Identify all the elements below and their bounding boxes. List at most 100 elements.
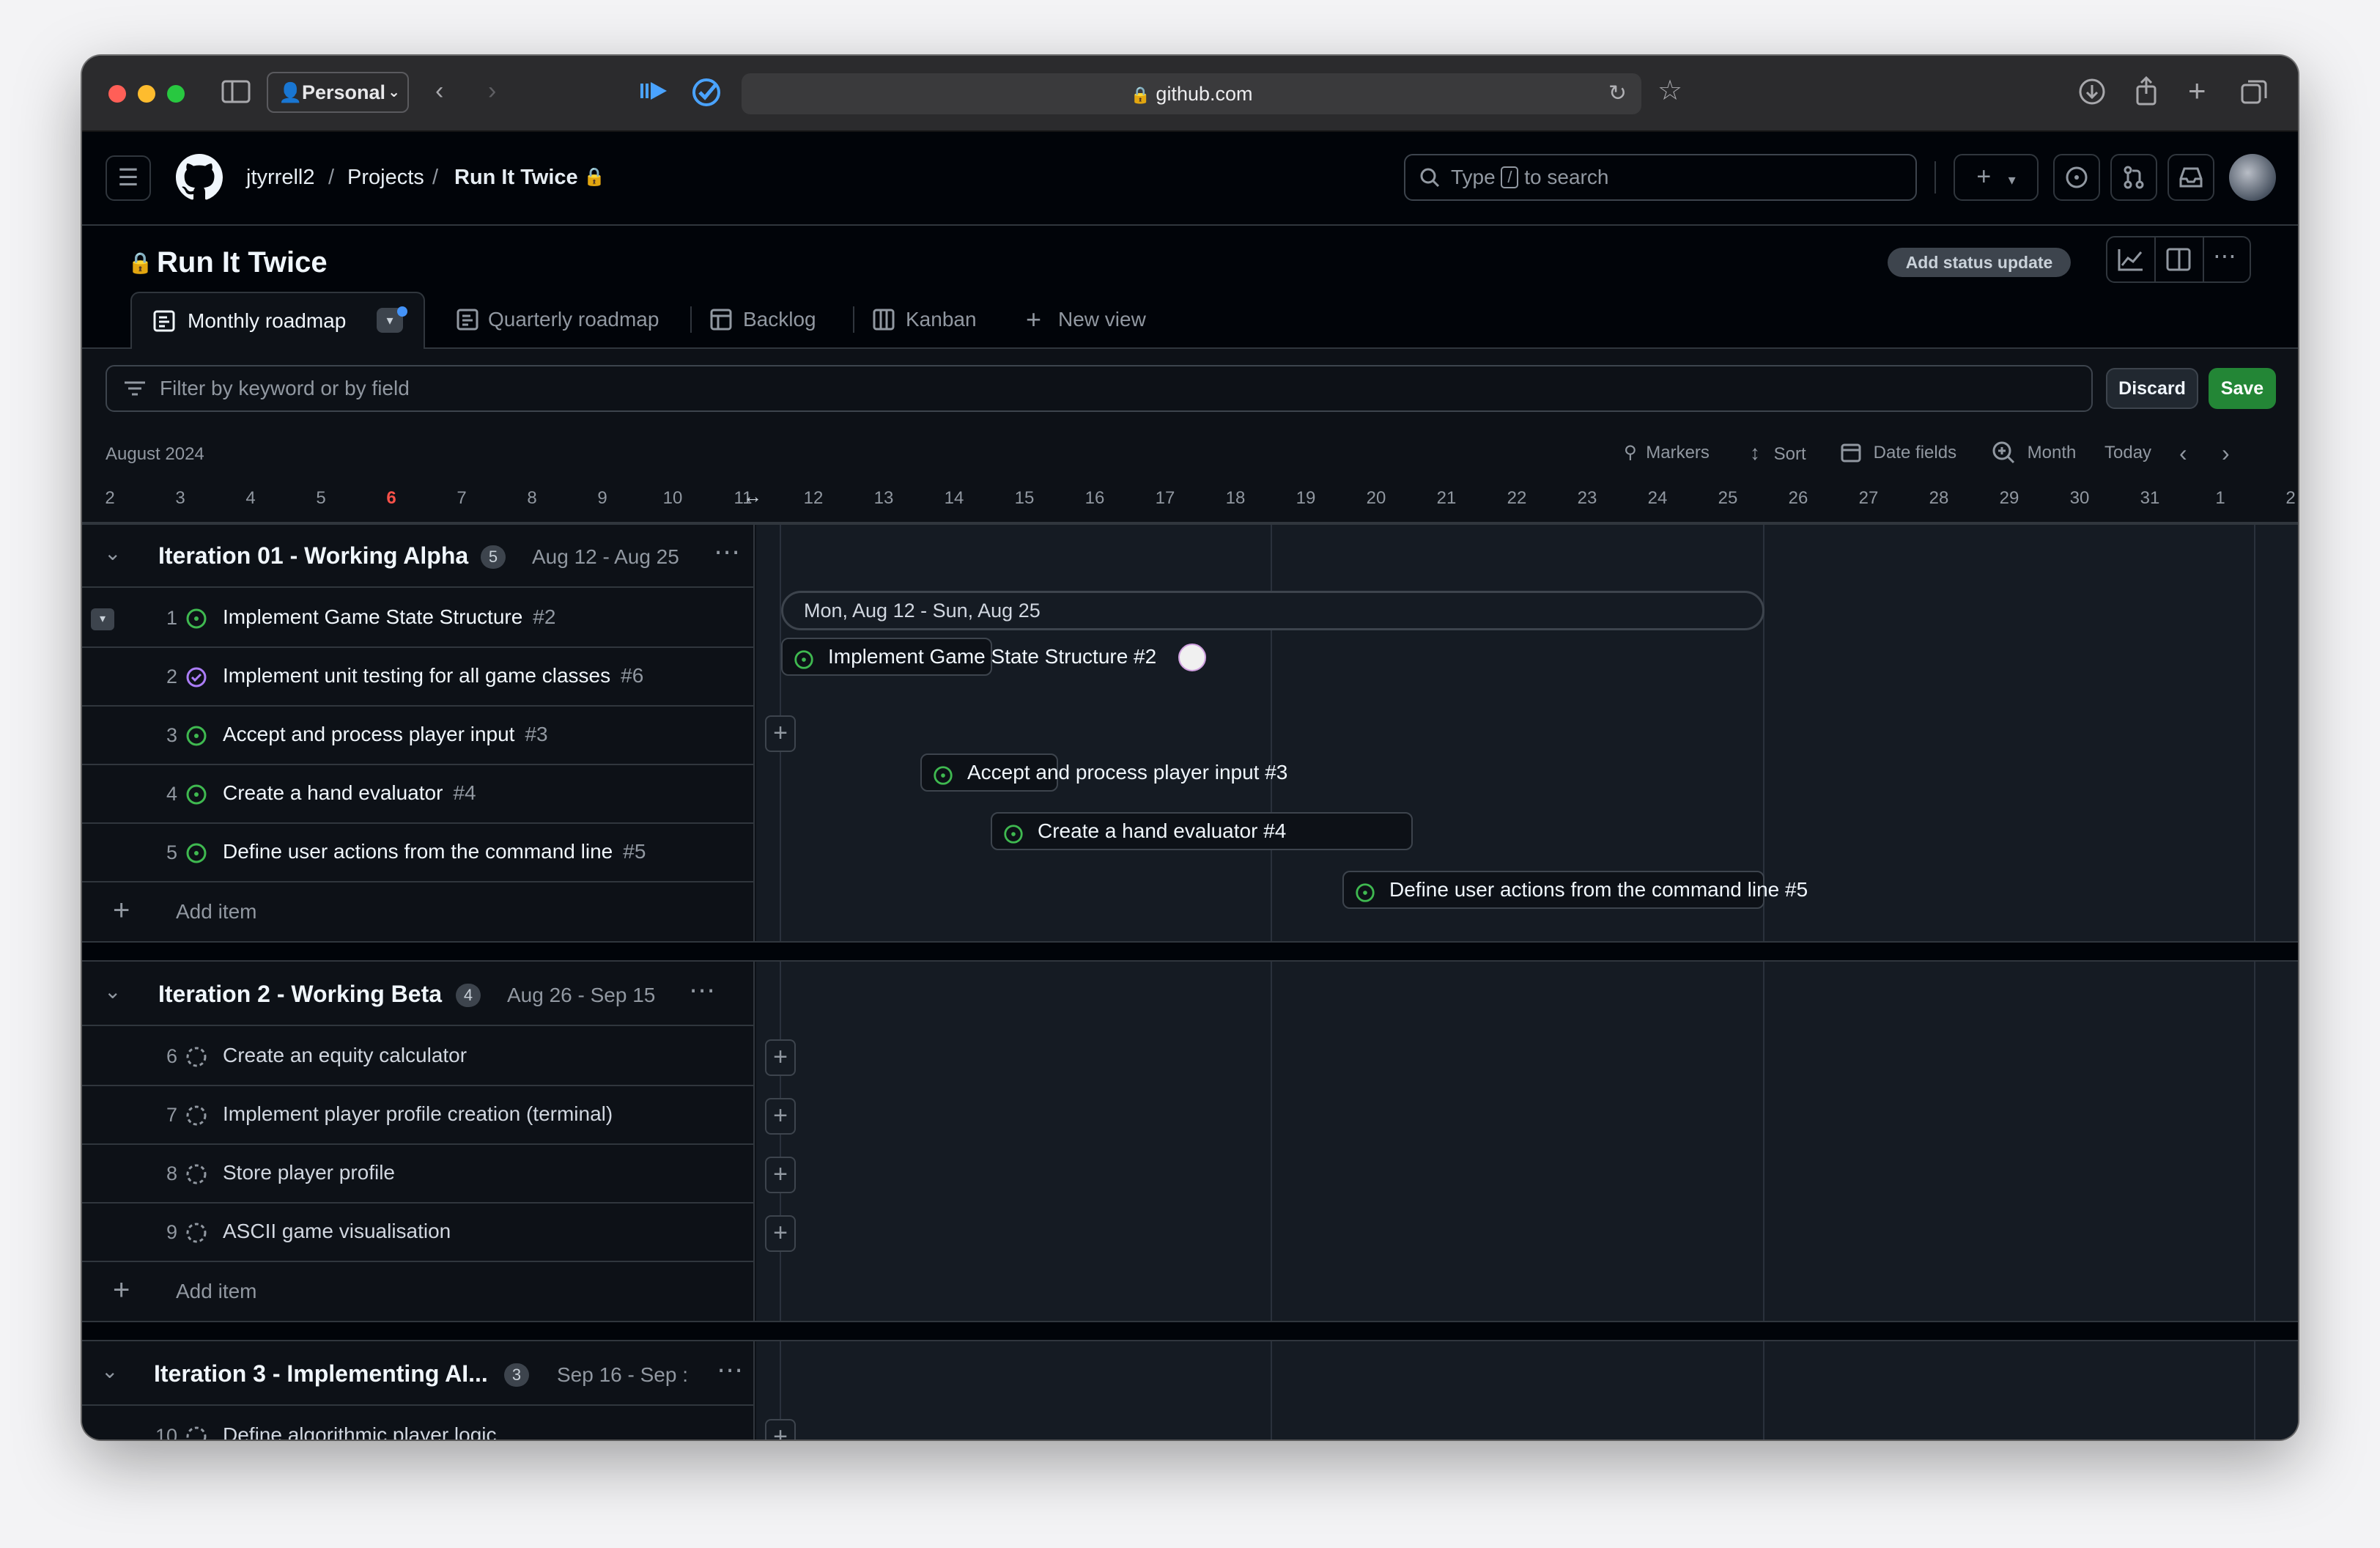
extension-check-icon[interactable] [690,76,722,115]
issue-title[interactable]: Define user actions from the command lin… [223,840,613,863]
table-row[interactable]: 3 Accept and process player input #3 [82,707,755,765]
row-title[interactable]: Create a hand evaluator #4 [223,781,476,805]
github-logo-icon[interactable] [176,154,223,204]
timeline-bar[interactable]: Accept and process player input #3 [920,753,1287,792]
menu-button[interactable]: ☰ [106,155,151,201]
sidebar-toggle-icon[interactable] [221,79,251,111]
next-period-icon[interactable]: › [2222,441,2230,465]
add-date-button[interactable]: + [765,1157,796,1193]
tab-kanban[interactable]: Kanban [872,292,989,347]
row-title[interactable]: Define algorithmic player logic [223,1423,497,1440]
add-item-button[interactable]: + Add item [82,1262,755,1321]
collapse-chevron-icon[interactable]: ⌄ [101,1359,118,1383]
table-row[interactable]: 4 Create a hand evaluator #4 [82,765,755,824]
breadcrumb-projects[interactable]: Projects [347,164,424,191]
tab-backlog[interactable]: Backlog [709,292,841,347]
add-date-button[interactable]: + [765,715,796,752]
issue-title[interactable]: Accept and process player input [223,723,514,745]
sort-button[interactable]: ↕ Sort [1750,441,1806,466]
day-label: 22 [1507,488,1527,508]
table-row[interactable]: 2 Implement unit testing for all game cl… [82,648,755,707]
issue-opened-icon [185,783,208,806]
group-more-icon[interactable]: ⋯ [689,975,717,1006]
row-title[interactable]: Implement player profile creation (termi… [223,1102,613,1126]
timeline-bar[interactable]: Define user actions from the command lin… [1342,871,1808,909]
inbox-button[interactable] [2168,154,2214,201]
grid-line [1763,525,1764,1440]
row-title[interactable]: Implement unit testing for all game clas… [223,664,643,688]
minimize-window-button[interactable] [138,85,155,103]
forward-icon[interactable]: › [488,76,496,106]
issue-title[interactable]: Implement unit testing for all game clas… [223,664,610,687]
search-input[interactable]: Type / to search [1404,154,1917,201]
row-title[interactable]: Create an equity calculator [223,1044,467,1067]
zoom-button[interactable]: Month [1992,441,2076,465]
new-tab-icon[interactable]: + [2188,75,2206,106]
profile-button[interactable]: 👤 Personal ⌄ [267,72,409,113]
row-menu-button[interactable]: ▾ [91,608,114,630]
table-row[interactable]: 6 Create an equity calculator [82,1028,755,1086]
issue-title[interactable]: Create a hand evaluator [223,781,443,804]
add-date-button[interactable]: + [765,1039,796,1076]
table-row[interactable]: 5 Define user actions from the command l… [82,824,755,882]
add-date-button[interactable]: + [765,1098,796,1135]
timeline-bar[interactable]: Create a hand evaluator #4 [991,812,1413,850]
filter-input[interactable]: Filter by keyword or by field [106,365,2093,412]
column-resize-handle[interactable]: ↔ [743,485,762,508]
table-row[interactable]: ▾ 1 Implement Game State Structure #2 [82,589,755,648]
date-fields-button[interactable]: Date fields [1841,441,1956,465]
discard-button[interactable]: Discard [2106,368,2198,409]
assignee-avatar [1178,644,1206,671]
more-options-icon[interactable]: ⋯ [2213,242,2237,270]
back-icon[interactable]: ‹ [435,76,443,106]
url-bar[interactable]: 🔒 github.com ↻ [742,73,1641,114]
save-button[interactable]: Save [2209,368,2276,409]
collapse-chevron-icon[interactable]: ⌄ [104,541,121,565]
breadcrumb-user[interactable]: jtyrrell2 [246,164,314,191]
create-new-button[interactable]: + ▾ [1954,154,2039,201]
issue-title[interactable]: Implement Game State Structure [223,605,522,628]
table-row[interactable]: 8 Store player profile [82,1145,755,1204]
pull-requests-button[interactable] [2110,154,2157,201]
issue-number: #4 [453,781,476,804]
tab-overview-icon[interactable] [2241,79,2267,112]
new-view-button[interactable]: + New view [1026,292,1172,347]
bookmark-star-icon[interactable]: ☆ [1658,76,1682,106]
draft-issue-icon [185,1162,208,1186]
add-item-button[interactable]: + Add item [82,882,755,941]
row-title[interactable]: Store player profile [223,1161,395,1184]
side-panel-icon[interactable] [2166,248,2191,275]
markers-button[interactable]: ⚲ Markers [1624,441,1710,465]
issues-button[interactable] [2053,154,2100,201]
breadcrumb-project[interactable]: Run It Twice [454,164,578,191]
avatar[interactable] [2229,154,2276,201]
add-date-button[interactable]: + [765,1419,796,1440]
row-title[interactable]: Accept and process player input #3 [223,723,548,746]
table-row[interactable]: 7 Implement player profile creation (ter… [82,1086,755,1145]
share-icon[interactable] [2134,75,2159,112]
downloads-icon[interactable] [2078,78,2106,112]
previous-period-icon[interactable]: ‹ [2179,441,2187,465]
extension-play-icon[interactable] [639,79,668,109]
timeline-bar[interactable]: Implement Game State Structure #2 [781,638,1206,676]
tab-monthly-roadmap[interactable]: Monthly roadmap ▾ [130,292,425,349]
row-title[interactable]: Define user actions from the command lin… [223,840,646,863]
collapse-chevron-icon[interactable]: ⌄ [104,979,121,1003]
zoom-window-button[interactable] [167,85,185,103]
table-row[interactable]: 9 ASCII game visualisation [82,1204,755,1262]
table-row[interactable]: 10 Define algorithmic player logic [82,1407,755,1440]
tab-divider [690,306,692,333]
group-more-icon[interactable]: ⋯ [714,537,742,567]
today-button[interactable]: Today [2104,441,2151,465]
group-more-icon[interactable]: ⋯ [717,1354,744,1385]
insights-chart-icon[interactable] [2118,248,2144,275]
tab-quarterly-roadmap[interactable]: Quarterly roadmap [448,292,690,347]
row-title[interactable]: ASCII game visualisation [223,1220,451,1243]
close-window-button[interactable] [108,85,126,103]
add-status-update-button[interactable]: Add status update [1888,248,2071,277]
issue-number: #2 [533,605,556,628]
grid-line [2254,525,2255,1440]
add-date-button[interactable]: + [765,1215,796,1252]
reload-icon[interactable]: ↻ [1608,73,1627,114]
row-title[interactable]: Implement Game State Structure #2 [223,605,555,629]
